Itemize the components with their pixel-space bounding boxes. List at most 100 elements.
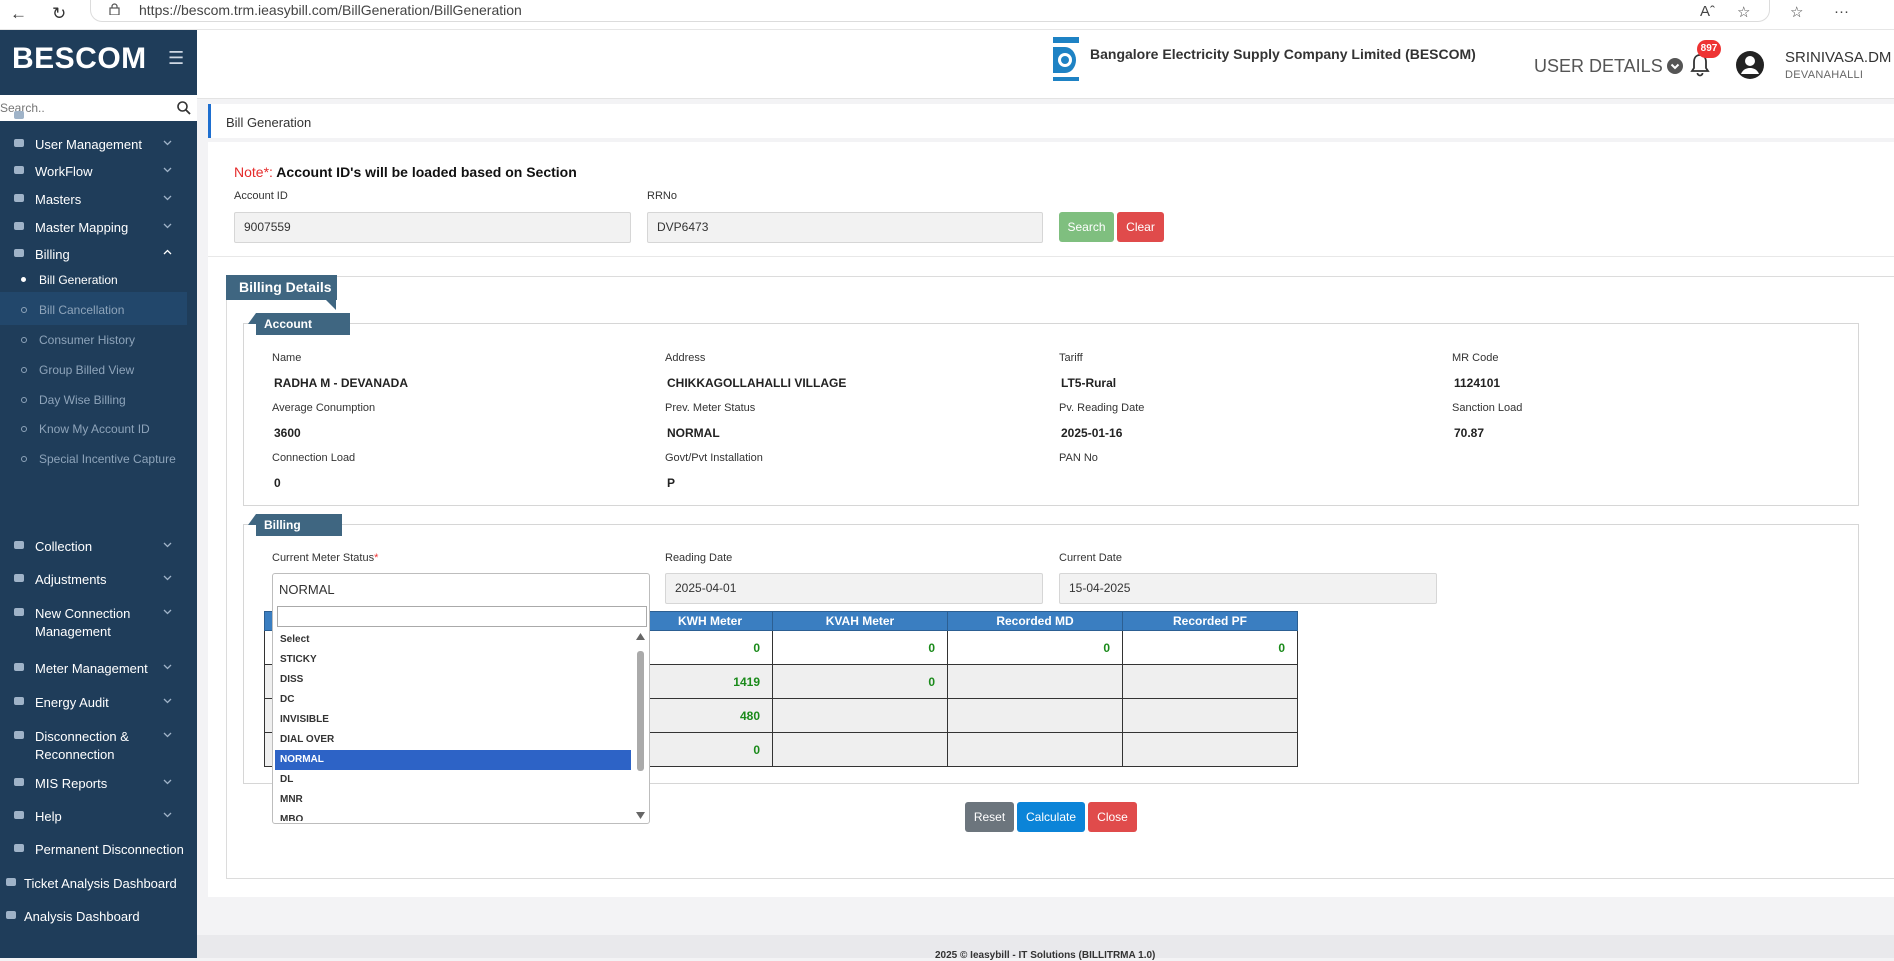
sidebar-item-label: Collection bbox=[35, 539, 93, 554]
avatar-icon[interactable] bbox=[1735, 50, 1765, 80]
sidebar-item-label: Master Mapping bbox=[35, 220, 129, 235]
sidebar-subitem-bill-cancellation[interactable]: Bill Cancellation bbox=[0, 301, 197, 319]
sidebar: BESCOM ☰ Dashboard User Management WorkFlo… bbox=[0, 30, 197, 958]
sidebar-subitem-label: Bill Cancellation bbox=[39, 303, 125, 317]
rrno-input[interactable]: DVP6473 bbox=[647, 212, 1043, 243]
account-id-input[interactable]: 9007559 bbox=[234, 212, 631, 243]
chevron-down-icon bbox=[163, 167, 172, 173]
sidebar-item-user-management[interactable]: User Management bbox=[0, 136, 197, 156]
bullet-icon bbox=[21, 337, 27, 343]
meter-status-selected[interactable]: NORMAL bbox=[279, 582, 335, 597]
search-button[interactable]: Search bbox=[1059, 212, 1114, 242]
field-label: Prev. Meter Status bbox=[665, 402, 756, 414]
dropdown-option[interactable]: DC bbox=[275, 690, 631, 710]
hamburger-icon[interactable]: ☰ bbox=[168, 48, 184, 69]
sidebar-item-label: Energy Audit bbox=[35, 695, 109, 710]
dropdown-option[interactable]: STICKY bbox=[275, 650, 631, 670]
note-text: Account ID's will be loaded based on Sec… bbox=[272, 164, 577, 180]
favorite-star-icon[interactable]: ☆ bbox=[1737, 3, 1750, 21]
sidebar-item-label: Disconnection & bbox=[35, 729, 129, 744]
user-icon bbox=[14, 139, 24, 147]
user-details-menu[interactable]: USER DETAILS bbox=[1534, 56, 1683, 77]
bullet-icon bbox=[21, 277, 26, 282]
dropdown-option[interactable]: DISS bbox=[275, 670, 631, 690]
bullet-icon bbox=[21, 397, 27, 403]
scroll-down-icon[interactable] bbox=[636, 812, 645, 819]
sidebar-subitem-label: Consumer History bbox=[39, 333, 136, 347]
sidebar-item-masters[interactable]: Masters bbox=[0, 191, 197, 211]
sidebar-item-new-connection[interactable]: New Connection Management bbox=[0, 605, 197, 643]
field-label: Pv. Reading Date bbox=[1059, 402, 1145, 414]
sidebar-item-label-line2: Reconnection bbox=[35, 747, 115, 762]
sidebar-item-meter-management[interactable]: Meter Management bbox=[0, 660, 197, 680]
table-cell bbox=[1122, 732, 1298, 767]
sidebar-item-permanent-disconnection[interactable]: Permanent Disconnection bbox=[0, 841, 197, 861]
sidebar-subitem-know-my-account-id[interactable]: Know My Account ID bbox=[0, 420, 197, 438]
chevron-down-icon bbox=[163, 195, 172, 201]
account-id-label: Account ID bbox=[234, 190, 288, 202]
reload-icon[interactable]: ↻ bbox=[52, 4, 66, 24]
field-value: CHIKKAGOLLAHALLI VILLAGE bbox=[667, 376, 847, 390]
sidebar-item-analysis-dashboard[interactable]: Analysis Dashboard bbox=[0, 908, 197, 928]
sidebar-subitem-special-incentive-capture[interactable]: Special Incentive Capture bbox=[0, 450, 197, 468]
dropdown-option[interactable]: INVISIBLE bbox=[275, 710, 631, 730]
dropdown-option[interactable]: DIAL OVER bbox=[275, 730, 631, 750]
sidebar-subitem-consumer-history[interactable]: Consumer History bbox=[0, 331, 197, 349]
sidebar-item-label: Help bbox=[35, 809, 62, 824]
sidebar-item-help[interactable]: Help bbox=[0, 808, 197, 828]
sidebar-item-master-mapping[interactable]: Master Mapping bbox=[0, 219, 197, 239]
dropdown-option[interactable]: DL bbox=[275, 770, 631, 790]
current-date-input[interactable]: 15-04-2025 bbox=[1059, 573, 1437, 604]
dropdown-option[interactable]: Select bbox=[275, 630, 631, 650]
sidebar-item-collection[interactable]: Collection bbox=[0, 538, 197, 558]
favorites-list-icon[interactable]: ☆ bbox=[1790, 3, 1803, 21]
read-aloud-icon[interactable]: Aˆ bbox=[1700, 3, 1715, 20]
sidebar-subitem-group-billed-view[interactable]: Group Billed View bbox=[0, 361, 197, 379]
clear-button[interactable]: Clear bbox=[1117, 212, 1164, 242]
sidebar-item-label: Ticket Analysis Dashboard bbox=[24, 876, 177, 891]
dropdown-option[interactable]: NORMAL bbox=[275, 750, 631, 770]
table-cell[interactable]: 0 bbox=[772, 630, 948, 665]
reading-date-label: Reading Date bbox=[665, 552, 733, 564]
chevron-down-icon bbox=[163, 732, 172, 738]
dropdown-option[interactable]: MNR bbox=[275, 790, 631, 810]
field-value: 70.87 bbox=[1454, 426, 1485, 440]
sidebar-item-ticket-analysis-dashboard[interactable]: Ticket Analysis Dashboard bbox=[0, 875, 197, 895]
browser-toolbar: ← ↻ https://bescom.trm.ieasybill.com/Bil… bbox=[0, 0, 1894, 30]
plus-circle-icon bbox=[14, 608, 24, 616]
close-button[interactable]: Close bbox=[1088, 802, 1137, 832]
meter-status-dropdown[interactable]: NORMAL Select STICKY DISS DC INVISIBLE DIAL O… bbox=[272, 573, 650, 824]
scroll-up-icon[interactable] bbox=[636, 633, 645, 640]
more-options-icon[interactable]: ··· bbox=[1834, 3, 1849, 20]
sidebar-item-adjustments[interactable]: Adjustments bbox=[0, 571, 197, 591]
table-cell[interactable]: 0 bbox=[647, 630, 773, 665]
sidebar-item-billing[interactable]: Billing bbox=[0, 246, 197, 266]
table-header-recorded-pf: Recorded PF bbox=[1122, 611, 1298, 631]
dropdown-scrollbar[interactable] bbox=[634, 631, 647, 821]
sidebar-item-label: Billing bbox=[35, 247, 70, 262]
table-cell[interactable]: 0 bbox=[1122, 630, 1298, 665]
sidebar-item-workflow[interactable]: WorkFlow bbox=[0, 163, 197, 183]
sidebar-subitem-day-wise-billing[interactable]: Day Wise Billing bbox=[0, 391, 197, 409]
address-bar[interactable]: https://bescom.trm.ieasybill.com/BillGen… bbox=[90, 0, 1770, 22]
field-label: Average Conumption bbox=[272, 402, 376, 414]
dropdown-option[interactable]: MBO bbox=[275, 810, 631, 821]
chevron-down-icon bbox=[163, 609, 172, 615]
sidebar-item-label: New Connection bbox=[35, 606, 131, 621]
calculate-button[interactable]: Calculate bbox=[1017, 802, 1085, 832]
sidebar-item-label: Masters bbox=[35, 192, 82, 207]
sidebar-item-energy-audit[interactable]: Energy Audit bbox=[0, 694, 197, 714]
sidebar-subitem-bill-generation[interactable]: Bill Generation bbox=[0, 271, 197, 289]
reset-button[interactable]: Reset bbox=[965, 802, 1014, 832]
sidebar-item-dashboard[interactable]: Dashboard bbox=[0, 108, 197, 128]
table-cell[interactable]: 0 bbox=[947, 630, 1123, 665]
back-icon[interactable]: ← bbox=[10, 4, 27, 24]
dropdown-search-input[interactable] bbox=[277, 606, 647, 627]
field-value: RADHA M - DEVANADA bbox=[274, 376, 408, 390]
table-header-kwh-meter: KWH Meter bbox=[647, 611, 773, 631]
sidebar-item-mis-reports[interactable]: MIS Reports bbox=[0, 775, 197, 795]
reading-date-input[interactable]: 2025-04-01 bbox=[665, 573, 1043, 604]
sidebar-item-disconnection[interactable]: Disconnection & Reconnection bbox=[0, 728, 197, 766]
scrollbar-thumb[interactable] bbox=[637, 651, 644, 771]
link-icon bbox=[14, 844, 24, 852]
